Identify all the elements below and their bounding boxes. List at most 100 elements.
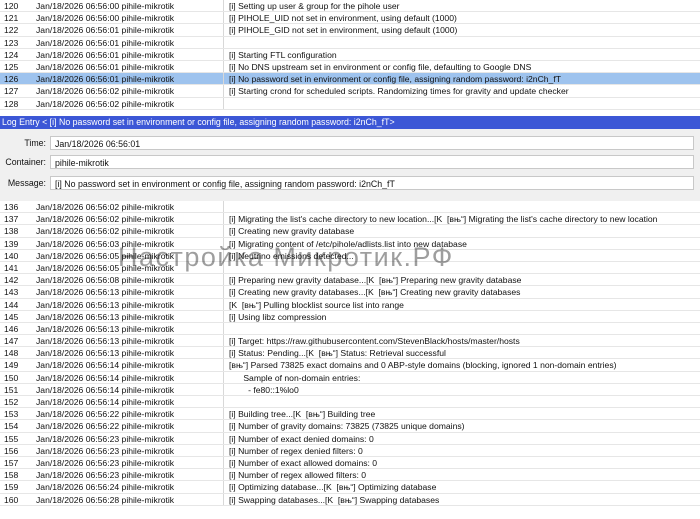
log-row-number: 153 xyxy=(4,409,19,420)
log-row-time: Jan/18/2026 06:56:13 pihile-mikrotik xyxy=(36,298,224,310)
log-row[interactable]: 127 Jan/18/2026 06:56:02 pihile-mikrotik [… xyxy=(0,85,700,98)
log-row[interactable]: 138 Jan/18/2026 06:56:02 pihile-mikrotik [… xyxy=(0,225,700,238)
log-row-selected[interactable]: 126 Jan/18/2026 06:56:01 pihile-mikrotik [… xyxy=(0,73,700,86)
log-row-time: Jan/18/2026 06:56:02 pihile-mikrotik xyxy=(36,225,224,237)
log-row-number: 143 xyxy=(4,287,19,298)
log-row[interactable]: 153 Jan/18/2026 06:56:22 pihile-mikrotik [… xyxy=(0,408,700,421)
log-row-message: [i] Building tree...[K [вњ“] Building tr… xyxy=(229,409,376,420)
log-entry-detail-panel: Time: Jan/18/2026 06:56:01 Container: pi… xyxy=(0,129,700,201)
log-row[interactable]: 155 Jan/18/2026 06:56:23 pihile-mikrotik [… xyxy=(0,432,700,445)
log-row-message xyxy=(224,201,700,212)
log-row[interactable]: 159 Jan/18/2026 06:56:24 pihile-mikrotik [… xyxy=(0,481,700,494)
log-row-time: Jan/18/2026 06:56:13 pihile-mikrotik xyxy=(36,322,224,335)
log-row-number: 155 xyxy=(4,433,19,444)
log-row-number: 140 xyxy=(4,250,19,261)
log-row-time: Jan/18/2026 06:56:01 pihile-mikrotik xyxy=(36,24,224,36)
log-row-time: Jan/18/2026 06:56:05 pihile-mikrotik xyxy=(36,261,224,274)
log-row-number: 150 xyxy=(4,372,19,383)
log-row-time: Jan/18/2026 06:56:14 pihile-mikrotik xyxy=(36,359,224,371)
log-row-time: Jan/18/2026 06:56:28 pihile-mikrotik xyxy=(36,493,224,505)
log-row[interactable]: 121 Jan/18/2026 06:56:00 pihile-mikrotik [… xyxy=(0,12,700,25)
log-row[interactable]: 144 Jan/18/2026 06:56:13 pihile-mikrotik [… xyxy=(0,298,700,311)
log-row-time: Jan/18/2026 06:56:02 pihile-mikrotik xyxy=(36,201,224,213)
log-row[interactable]: 145 Jan/18/2026 06:56:13 pihile-mikrotik [… xyxy=(0,310,700,323)
log-row-time: Jan/18/2026 06:56:23 pihile-mikrotik xyxy=(36,432,224,444)
log-row-message: [вњ“] Parsed 73825 exact domains and 0 A… xyxy=(229,360,617,371)
log-row-message: [i] Number of exact denied domains: 0 xyxy=(229,433,374,444)
log-row-number: 126 xyxy=(4,74,19,85)
log-row-time: Jan/18/2026 06:56:02 pihile-mikrotik xyxy=(36,97,224,109)
time-field-row: Time: Jan/18/2026 06:56:01 xyxy=(0,134,700,152)
log-row-message: [i] PIHOLE_GID not set in environment, u… xyxy=(229,25,458,36)
log-row[interactable]: 141 Jan/18/2026 06:56:05 pihile-mikrotik xyxy=(0,261,700,275)
log-row[interactable]: 125 Jan/18/2026 06:56:01 pihile-mikrotik [… xyxy=(0,60,700,74)
log-row-time: Jan/18/2026 06:56:14 pihile-mikrotik xyxy=(36,371,224,383)
log-row[interactable]: 128 Jan/18/2026 06:56:02 pihile-mikrotik xyxy=(0,97,700,110)
message-value-field[interactable]: [i] No password set in environment or co… xyxy=(50,176,694,190)
log-table-bottom: 136 Jan/18/2026 06:56:02 pihile-mikrotik 1… xyxy=(0,201,700,506)
log-row[interactable]: 122 Jan/18/2026 06:56:01 pihile-mikrotik [… xyxy=(0,24,700,37)
log-entry-header: Log Entry < [i] No password set in envir… xyxy=(0,116,700,129)
log-row-time: Jan/18/2026 06:56:13 pihile-mikrotik xyxy=(36,347,224,359)
log-row[interactable]: 158 Jan/18/2026 06:56:23 pihile-mikrotik [… xyxy=(0,469,700,482)
log-row[interactable]: 143 Jan/18/2026 06:56:13 pihile-mikrotik [… xyxy=(0,286,700,299)
log-row[interactable]: 123 Jan/18/2026 06:56:01 pihile-mikrotik xyxy=(0,36,700,49)
log-row-message: [i] Preparing new gravity database...[K … xyxy=(229,275,522,286)
log-row-number: 123 xyxy=(4,37,19,48)
log-row[interactable]: 160 Jan/18/2026 06:56:28 pihile-mikrotik [… xyxy=(0,493,700,506)
container-label: Container: xyxy=(5,157,46,167)
log-row[interactable]: 151 Jan/18/2026 06:56:14 pihile-mikrotik … xyxy=(0,383,700,396)
log-row-time: Jan/18/2026 06:56:03 pihile-mikrotik xyxy=(36,237,224,249)
log-row-message: [i] Optimizing database...[K [вњ“] Optim… xyxy=(229,482,437,493)
log-row-message xyxy=(224,98,700,109)
log-row[interactable]: 156 Jan/18/2026 06:56:23 pihile-mikrotik [… xyxy=(0,444,700,457)
log-row-number: 158 xyxy=(4,470,19,481)
log-row[interactable]: 142 Jan/18/2026 06:56:08 pihile-mikrotik [… xyxy=(0,274,700,287)
log-row-number: 139 xyxy=(4,238,19,249)
log-row-message: Sample of non-domain entries: xyxy=(229,372,361,383)
log-row-time: Jan/18/2026 06:56:23 pihile-mikrotik xyxy=(36,456,224,469)
log-row-message: [i] Migrating the list's cache directory… xyxy=(229,214,658,225)
log-row[interactable]: 140 Jan/18/2026 06:56:05 pihile-mikrotik [… xyxy=(0,249,700,262)
log-row-time: Jan/18/2026 06:56:22 pihile-mikrotik xyxy=(36,408,224,420)
log-row-message: [i] Creating new gravity databases...[K … xyxy=(229,287,521,298)
log-row-message: [i] Number of regex allowed filters: 0 xyxy=(229,470,367,481)
log-row-message: [i] Migrating content of /etc/pihole/adl… xyxy=(229,238,467,249)
log-row-time: Jan/18/2026 06:56:01 pihile-mikrotik xyxy=(36,73,224,85)
log-row[interactable]: 146 Jan/18/2026 06:56:13 pihile-mikrotik xyxy=(0,322,700,336)
log-row[interactable]: 124 Jan/18/2026 06:56:01 pihile-mikrotik [… xyxy=(0,48,700,61)
log-row-time: Jan/18/2026 06:56:22 pihile-mikrotik xyxy=(36,420,224,432)
log-row[interactable]: 139 Jan/18/2026 06:56:03 pihile-mikrotik [… xyxy=(0,237,700,250)
log-row-message: [i] Number of gravity domains: 73825 (73… xyxy=(229,421,465,432)
log-row[interactable]: 150 Jan/18/2026 06:56:14 pihile-mikrotik … xyxy=(0,371,700,384)
time-value-field[interactable]: Jan/18/2026 06:56:01 xyxy=(50,136,694,150)
log-row[interactable]: 154 Jan/18/2026 06:56:22 pihile-mikrotik [… xyxy=(0,420,700,433)
time-label: Time: xyxy=(24,138,46,148)
log-row-number: 120 xyxy=(4,1,19,11)
log-row[interactable]: 120 Jan/18/2026 06:56:00 pihile-mikrotik [… xyxy=(0,0,700,13)
log-row-number: 156 xyxy=(4,445,19,456)
log-row-message xyxy=(224,323,700,334)
log-row[interactable]: 148 Jan/18/2026 06:56:13 pihile-mikrotik [… xyxy=(0,347,700,360)
log-row-number: 128 xyxy=(4,98,19,109)
log-row-number: 159 xyxy=(4,482,19,493)
container-value-field[interactable]: pihile-mikrotik xyxy=(50,155,694,169)
log-row-time: Jan/18/2026 06:56:00 pihile-mikrotik xyxy=(36,0,224,12)
log-row[interactable]: 157 Jan/18/2026 06:56:23 pihile-mikrotik [… xyxy=(0,456,700,470)
log-row-time: Jan/18/2026 06:56:14 pihile-mikrotik xyxy=(36,396,224,408)
log-table-top: 120 Jan/18/2026 06:56:00 pihile-mikrotik [… xyxy=(0,0,700,110)
log-row-time: Jan/18/2026 06:56:01 pihile-mikrotik xyxy=(36,60,224,73)
log-row-number: 146 xyxy=(4,323,19,334)
log-row-message: [K [вњ“] Pulling blocklist source list i… xyxy=(229,299,404,310)
log-row-time: Jan/18/2026 06:56:13 pihile-mikrotik xyxy=(36,286,224,298)
log-row-message: [i] PIHOLE_UID not set in environment, u… xyxy=(229,13,457,24)
log-row[interactable]: 136 Jan/18/2026 06:56:02 pihile-mikrotik xyxy=(0,201,700,214)
log-row-number: 152 xyxy=(4,397,19,407)
log-row[interactable]: 149 Jan/18/2026 06:56:14 pihile-mikrotik [… xyxy=(0,359,700,372)
log-row[interactable]: 147 Jan/18/2026 06:56:13 pihile-mikrotik [… xyxy=(0,335,700,348)
log-row[interactable]: 152 Jan/18/2026 06:56:14 pihile-mikrotik xyxy=(0,396,700,409)
log-row-message: - fe80::1%lo0 xyxy=(229,384,299,395)
log-row-number: 121 xyxy=(4,13,19,24)
log-row[interactable]: 137 Jan/18/2026 06:56:02 pihile-mikrotik [… xyxy=(0,213,700,226)
log-row-number: 127 xyxy=(4,86,19,97)
